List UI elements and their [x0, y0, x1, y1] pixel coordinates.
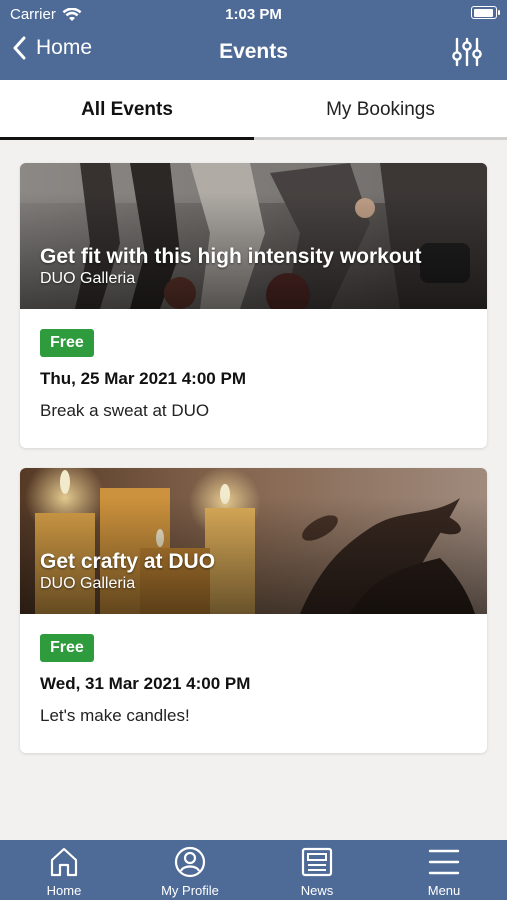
battery-icon	[471, 6, 500, 19]
menu-icon	[428, 849, 460, 875]
status-time: 1:03 PM	[225, 6, 282, 23]
inactive-tab-indicator	[254, 137, 507, 140]
page-title: Events	[219, 40, 288, 63]
event-description: Break a sweat at DUO	[40, 401, 210, 420]
tab-my-bookings[interactable]: My Bookings	[254, 80, 507, 140]
nav-news-label: News	[300, 883, 334, 898]
event-card[interactable]: Get fit with this high intensity workout…	[20, 163, 487, 448]
tab-my-bookings-label: My Bookings	[326, 99, 435, 120]
event-card[interactable]: Get crafty at DUO DUO Galleria Free Wed,…	[20, 468, 487, 753]
active-tab-indicator	[0, 137, 254, 140]
nav-home-label: Home	[46, 883, 82, 898]
event-venue: DUO Galleria	[40, 270, 136, 287]
app-header: Carrier 1:03 PM Home Events	[0, 0, 507, 80]
price-badge: Free	[40, 634, 94, 662]
event-details: Free Thu, 25 Mar 2021 4:00 PM Break a sw…	[20, 309, 487, 421]
nav-home[interactable]: Home	[1, 840, 127, 900]
price-badge: Free	[40, 329, 94, 357]
event-details: Free Wed, 31 Mar 2021 4:00 PM Let's make…	[20, 614, 487, 726]
event-banner: Get crafty at DUO DUO Galleria	[20, 468, 487, 614]
event-description: Let's make candles!	[40, 706, 190, 725]
event-datetime: Thu, 25 Mar 2021 4:00 PM	[40, 369, 246, 388]
event-title: Get crafty at DUO	[40, 550, 216, 573]
news-icon	[301, 847, 333, 877]
nav-my-profile[interactable]: My Profile	[127, 840, 253, 900]
nav-menu-label: Menu	[427, 883, 461, 898]
tab-all-events-label: All Events	[81, 99, 173, 120]
status-bar: Carrier 1:03 PM	[0, 0, 507, 28]
nav-menu[interactable]: Menu	[381, 840, 507, 900]
nav-news[interactable]: News	[254, 840, 380, 900]
bottom-navigation: Home My Profile News Menu	[0, 840, 507, 900]
profile-icon	[174, 846, 206, 878]
tab-all-events[interactable]: All Events	[0, 80, 254, 140]
navigation-bar: Home Events	[0, 28, 507, 78]
event-title: Get fit with this high intensity workout	[40, 245, 422, 268]
home-icon	[50, 847, 78, 877]
event-banner: Get fit with this high intensity workout…	[20, 163, 487, 309]
nav-my-profile-label: My Profile	[161, 883, 219, 898]
tab-bar: All Events My Bookings	[0, 80, 507, 140]
event-datetime: Wed, 31 Mar 2021 4:00 PM	[40, 674, 251, 693]
event-venue: DUO Galleria	[40, 575, 136, 592]
filter-sliders-icon[interactable]	[451, 36, 483, 68]
